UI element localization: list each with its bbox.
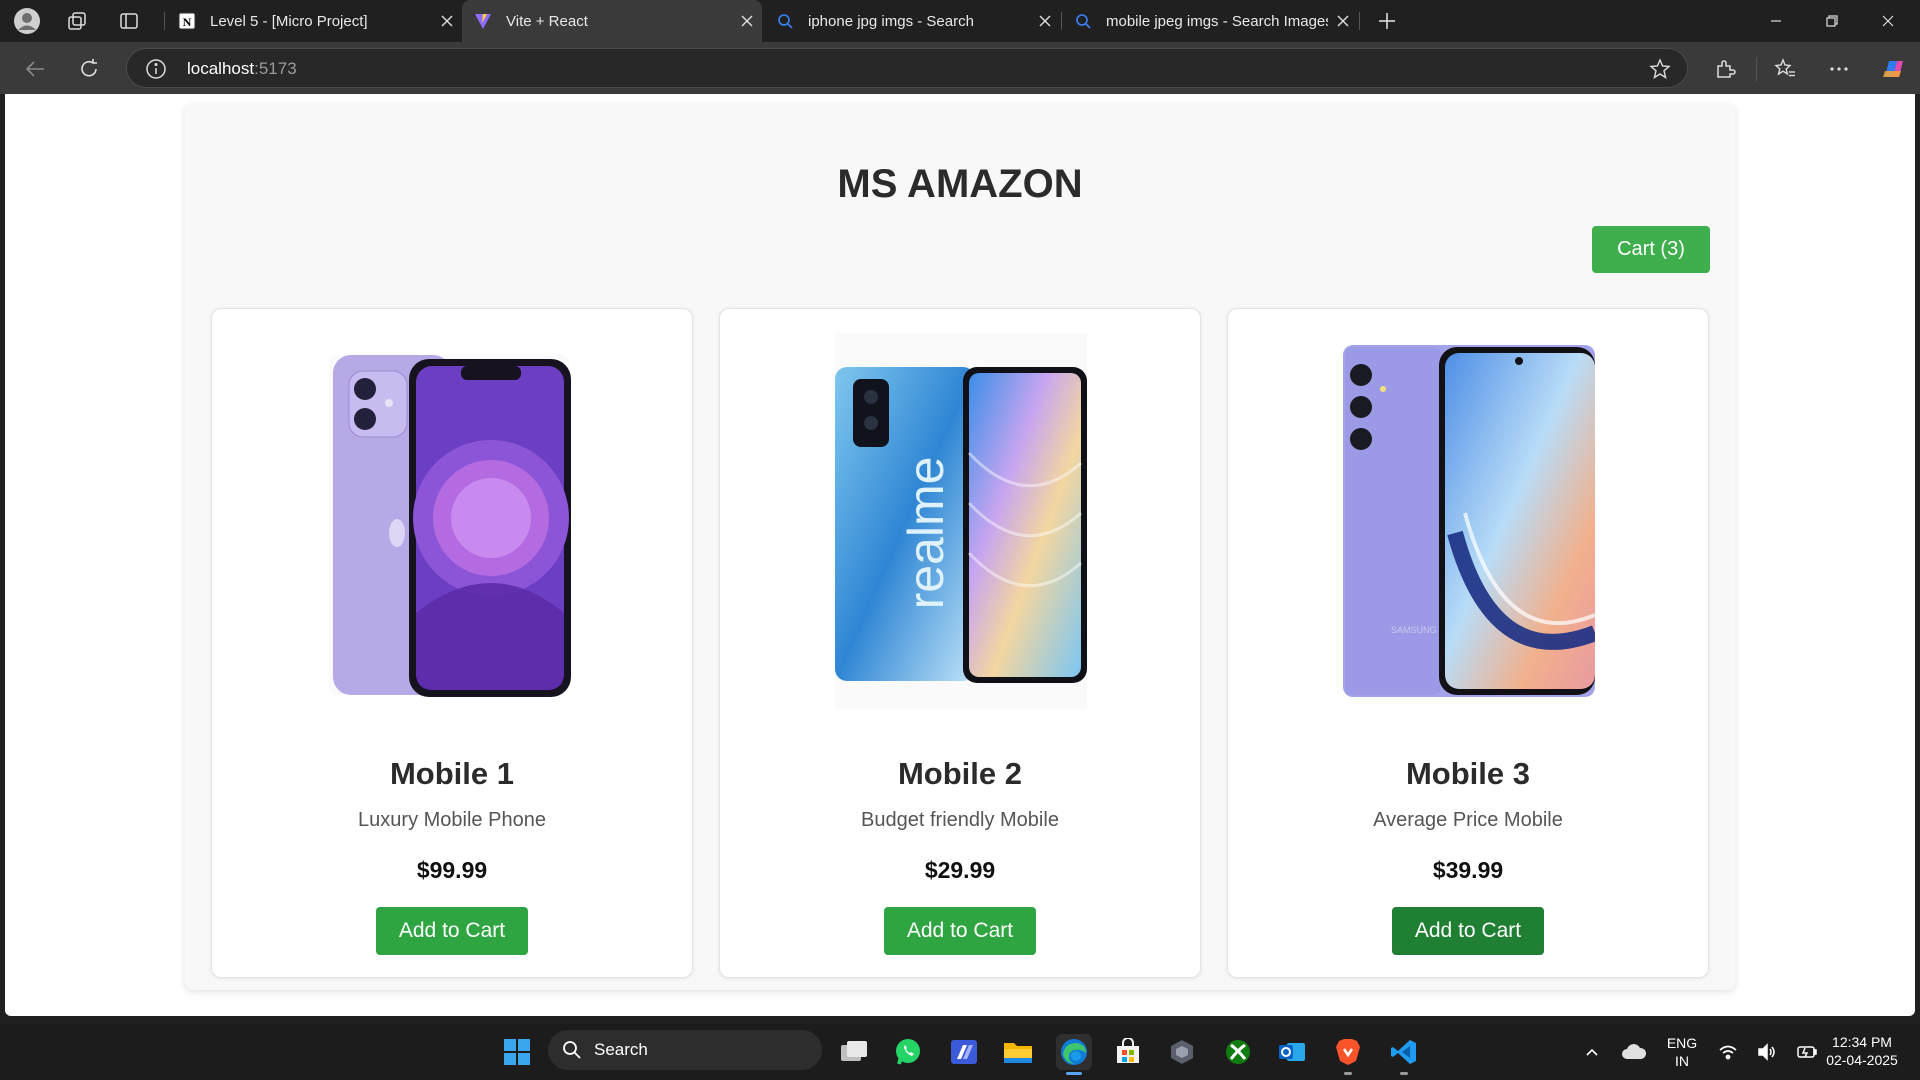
tab-mobile-search[interactable]: mobile jpeg imgs - Search Images xyxy=(1062,0,1358,42)
copilot-icon[interactable] xyxy=(1876,52,1910,86)
power-automate-icon[interactable] xyxy=(946,1034,982,1070)
site-info-icon[interactable] xyxy=(145,58,167,80)
product-image-iphone xyxy=(329,355,571,697)
browser-toolbar: localhost:5173 xyxy=(0,42,1920,94)
product-name: Mobile 3 xyxy=(1405,756,1530,791)
back-icon[interactable] xyxy=(18,52,52,86)
language-indicator[interactable]: ENG IN xyxy=(1660,1034,1704,1070)
product-image-samsung: SAMSUNG xyxy=(1343,345,1595,697)
chevron-up-icon[interactable] xyxy=(1574,1034,1610,1070)
add-to-cart-button[interactable]: Add to Cart xyxy=(376,907,528,955)
onedrive-cloud-icon[interactable] xyxy=(1616,1034,1652,1070)
minimize-icon[interactable] xyxy=(1748,0,1804,42)
search-icon xyxy=(1074,12,1092,30)
close-tab-icon[interactable] xyxy=(732,6,762,36)
tab-title: Level 5 - [Micro Project] xyxy=(210,12,368,30)
file-explorer-icon[interactable] xyxy=(1000,1034,1036,1070)
page-title: MS AMAZON xyxy=(837,162,1083,206)
search-icon xyxy=(776,12,794,30)
address-bar[interactable]: localhost:5173 xyxy=(126,48,1688,88)
vite-logo-icon xyxy=(474,12,492,30)
favorites-icon[interactable] xyxy=(1768,52,1802,86)
product-image-realme: realme xyxy=(835,333,1087,709)
page-viewport: MS AMAZON Cart (3) Mobile 1 Luxury Mobil… xyxy=(5,94,1915,1016)
svg-text:N: N xyxy=(183,15,192,29)
url-text: localhost:5173 xyxy=(187,59,297,78)
taskbar-search-label: Search xyxy=(594,1040,648,1059)
workspaces-icon[interactable] xyxy=(62,6,92,36)
product-price: $29.99 xyxy=(924,857,996,883)
product-description: Budget friendly Mobile xyxy=(861,809,1059,831)
volume-icon xyxy=(1758,1043,1775,1061)
vscode-icon[interactable] xyxy=(1386,1034,1422,1070)
microsoft-store-icon[interactable] xyxy=(1110,1034,1146,1070)
taskbar-search[interactable]: Search xyxy=(548,1030,822,1070)
task-view-icon[interactable] xyxy=(836,1034,872,1070)
tab-level5[interactable]: N Level 5 - [Micro Project] xyxy=(166,0,462,42)
notion-icon: N xyxy=(178,12,196,30)
more-options-icon[interactable] xyxy=(1822,52,1856,86)
cart-button[interactable]: Cart (3) xyxy=(1592,226,1710,273)
brave-browser-icon[interactable] xyxy=(1330,1034,1366,1070)
profile-avatar-icon[interactable] xyxy=(12,6,42,36)
vertical-tabs-icon[interactable] xyxy=(114,6,144,36)
tab-title: iphone jpg imgs - Search xyxy=(808,12,974,30)
product-description: Average Price Mobile xyxy=(1373,809,1563,831)
edge-browser-icon[interactable] xyxy=(1056,1034,1092,1070)
whatsapp-icon[interactable] xyxy=(890,1034,926,1070)
search-icon xyxy=(563,1041,581,1059)
outlook-icon[interactable] xyxy=(1274,1034,1310,1070)
tab-iphone-search[interactable]: iphone jpg imgs - Search xyxy=(764,0,1060,42)
extensions-icon[interactable] xyxy=(1708,52,1742,86)
product-name: Mobile 2 xyxy=(897,756,1022,791)
battery-icon xyxy=(1797,1046,1818,1058)
tab-strip: N Level 5 - [Micro Project] Vite + React… xyxy=(0,0,1920,42)
add-to-cart-button[interactable]: Add to Cart xyxy=(884,907,1036,955)
svg-text:realme: realme xyxy=(898,457,954,610)
windows-taskbar: Search ENG IN 12:34 PM 02-04-2025 xyxy=(0,1024,1920,1080)
product-description: Luxury Mobile Phone xyxy=(358,809,546,831)
product-card: SAMSUNG Mobile 3 Average Price Mobile $3… xyxy=(1227,308,1709,978)
favorite-star-icon[interactable] xyxy=(1649,58,1671,80)
product-card: Mobile 1 Luxury Mobile Phone $99.99 Add … xyxy=(211,308,693,978)
add-to-cart-button[interactable]: Add to Cart xyxy=(1392,907,1544,955)
close-tab-icon[interactable] xyxy=(1328,6,1358,36)
close-tab-icon[interactable] xyxy=(1030,6,1060,36)
refresh-icon[interactable] xyxy=(72,52,106,86)
restore-icon[interactable] xyxy=(1804,0,1860,42)
product-name: Mobile 1 xyxy=(389,756,514,791)
new-tab-icon[interactable] xyxy=(1372,6,1402,36)
product-card: realme Mobile 2 Budget friendly Mobile $… xyxy=(719,308,1201,978)
clock[interactable]: 12:34 PM 02-04-2025 xyxy=(1816,1033,1908,1069)
wifi-icon xyxy=(1719,1045,1737,1060)
close-tab-icon[interactable] xyxy=(432,6,462,36)
app-cube-icon[interactable] xyxy=(1164,1034,1200,1070)
tab-vite-react[interactable]: Vite + React xyxy=(462,0,762,42)
tab-title: Vite + React xyxy=(506,12,588,30)
windows-start-icon[interactable] xyxy=(499,1034,535,1070)
close-window-icon[interactable] xyxy=(1860,0,1916,42)
tab-title: mobile jpeg imgs - Search Images xyxy=(1106,12,1328,30)
xbox-icon[interactable] xyxy=(1220,1034,1256,1070)
svg-text:SAMSUNG: SAMSUNG xyxy=(1391,625,1437,635)
product-price: $99.99 xyxy=(416,857,488,883)
store-container: MS AMAZON Cart (3) Mobile 1 Luxury Mobil… xyxy=(185,104,1735,990)
product-price: $39.99 xyxy=(1432,857,1504,883)
system-tray-status[interactable] xyxy=(1708,1034,1828,1070)
